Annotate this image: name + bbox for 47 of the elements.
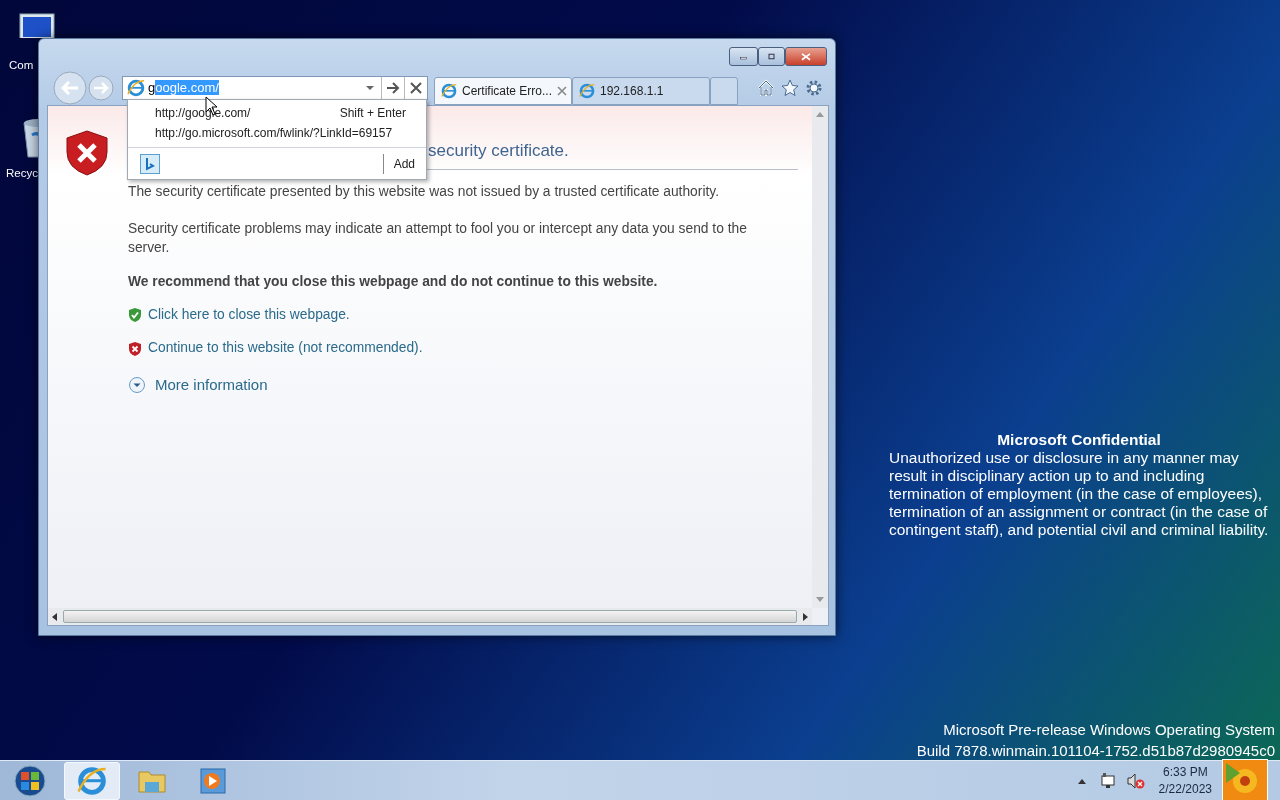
- close-button[interactable]: [785, 47, 827, 66]
- desktop-icon-label[interactable]: Recyc: [6, 166, 38, 180]
- close-tab-icon[interactable]: [557, 86, 568, 96]
- settings-icon[interactable]: [805, 79, 823, 97]
- close-icon[interactable]: [409, 81, 423, 95]
- check-shield-icon: [128, 308, 142, 323]
- desktop-icon-label[interactable]: Com: [9, 58, 34, 72]
- scrollbar-thumb[interactable]: [63, 610, 797, 623]
- expand-icon[interactable]: [128, 376, 146, 395]
- favorites-star-icon[interactable]: [781, 79, 799, 97]
- network-icon[interactable]: [1100, 772, 1117, 789]
- arrow-icon[interactable]: [386, 81, 400, 95]
- horizontal-scrollbar[interactable]: [48, 608, 812, 625]
- taskbar-button[interactable]: [64, 761, 120, 800]
- error-shield-icon: [66, 130, 108, 176]
- watermark-text: Microsoft Pre-release Windows Operating System: [943, 720, 1275, 740]
- browser-logo-icon: [441, 83, 457, 99]
- browser-logo-icon: [127, 79, 145, 97]
- minimize-button[interactable]: [729, 47, 758, 66]
- maximize-button[interactable]: [758, 47, 785, 66]
- suggestion-item[interactable]: http://google.com/: [155, 104, 251, 122]
- browser-logo-icon[interactable]: [77, 765, 107, 796]
- add-button[interactable]: Add: [382, 153, 426, 174]
- recommendation-text: We recommend that you close this webpage and do not continue to this website.: [128, 273, 659, 291]
- page-heading: security certificate.: [428, 140, 569, 162]
- error-shield-icon: [128, 341, 142, 356]
- notice-title: Microsoft Confidential: [996, 431, 1162, 449]
- link[interactable]: Click here to close this webpage.: [148, 304, 350, 326]
- browser-tab[interactable]: Certificate Erro...: [434, 77, 572, 105]
- home-icon[interactable]: [757, 79, 775, 97]
- search-provider-icon[interactable]: [140, 153, 160, 174]
- scroll-right-icon[interactable]: [803, 612, 808, 621]
- more-information-link[interactable]: More information: [155, 374, 268, 397]
- clock-time[interactable]: 6:33 PM: [1162, 763, 1208, 781]
- muted-speaker-icon[interactable]: [1126, 772, 1145, 789]
- clock-date[interactable]: 2/22/2023: [1158, 780, 1212, 798]
- suggestion-item[interactable]: http://go.microsoft.com/fwlink/?LinkId=69157: [155, 124, 393, 142]
- notice-text: Unauthorized use or disclosure in any manner may result in disciplinary action up to and including termination of employment (in the case of employees), termination of an assignment or contract (in the case of contingent staff), and potential civil and criminal liability.: [889, 449, 1269, 539]
- browser-tab[interactable]: 192.168.1.1: [572, 77, 710, 105]
- browser-logo-icon: [579, 83, 595, 99]
- shortcut-hint: Shift + Enter: [339, 105, 406, 122]
- scroll-left-icon[interactable]: [52, 612, 57, 621]
- body-text: The security certificate presented by this website was not issued by a trusted certificate authority.: [128, 183, 720, 201]
- link[interactable]: Continue to this website (not recommended).: [148, 338, 423, 360]
- body-text: Security certificate problems may indicate an attempt to fool you or intercept any data you send to the server.: [128, 220, 748, 257]
- watermark-text: Build 7878.winmain.101104-1752.d51b87d2980945c0: [916, 741, 1275, 761]
- media-player-icon[interactable]: [197, 765, 227, 796]
